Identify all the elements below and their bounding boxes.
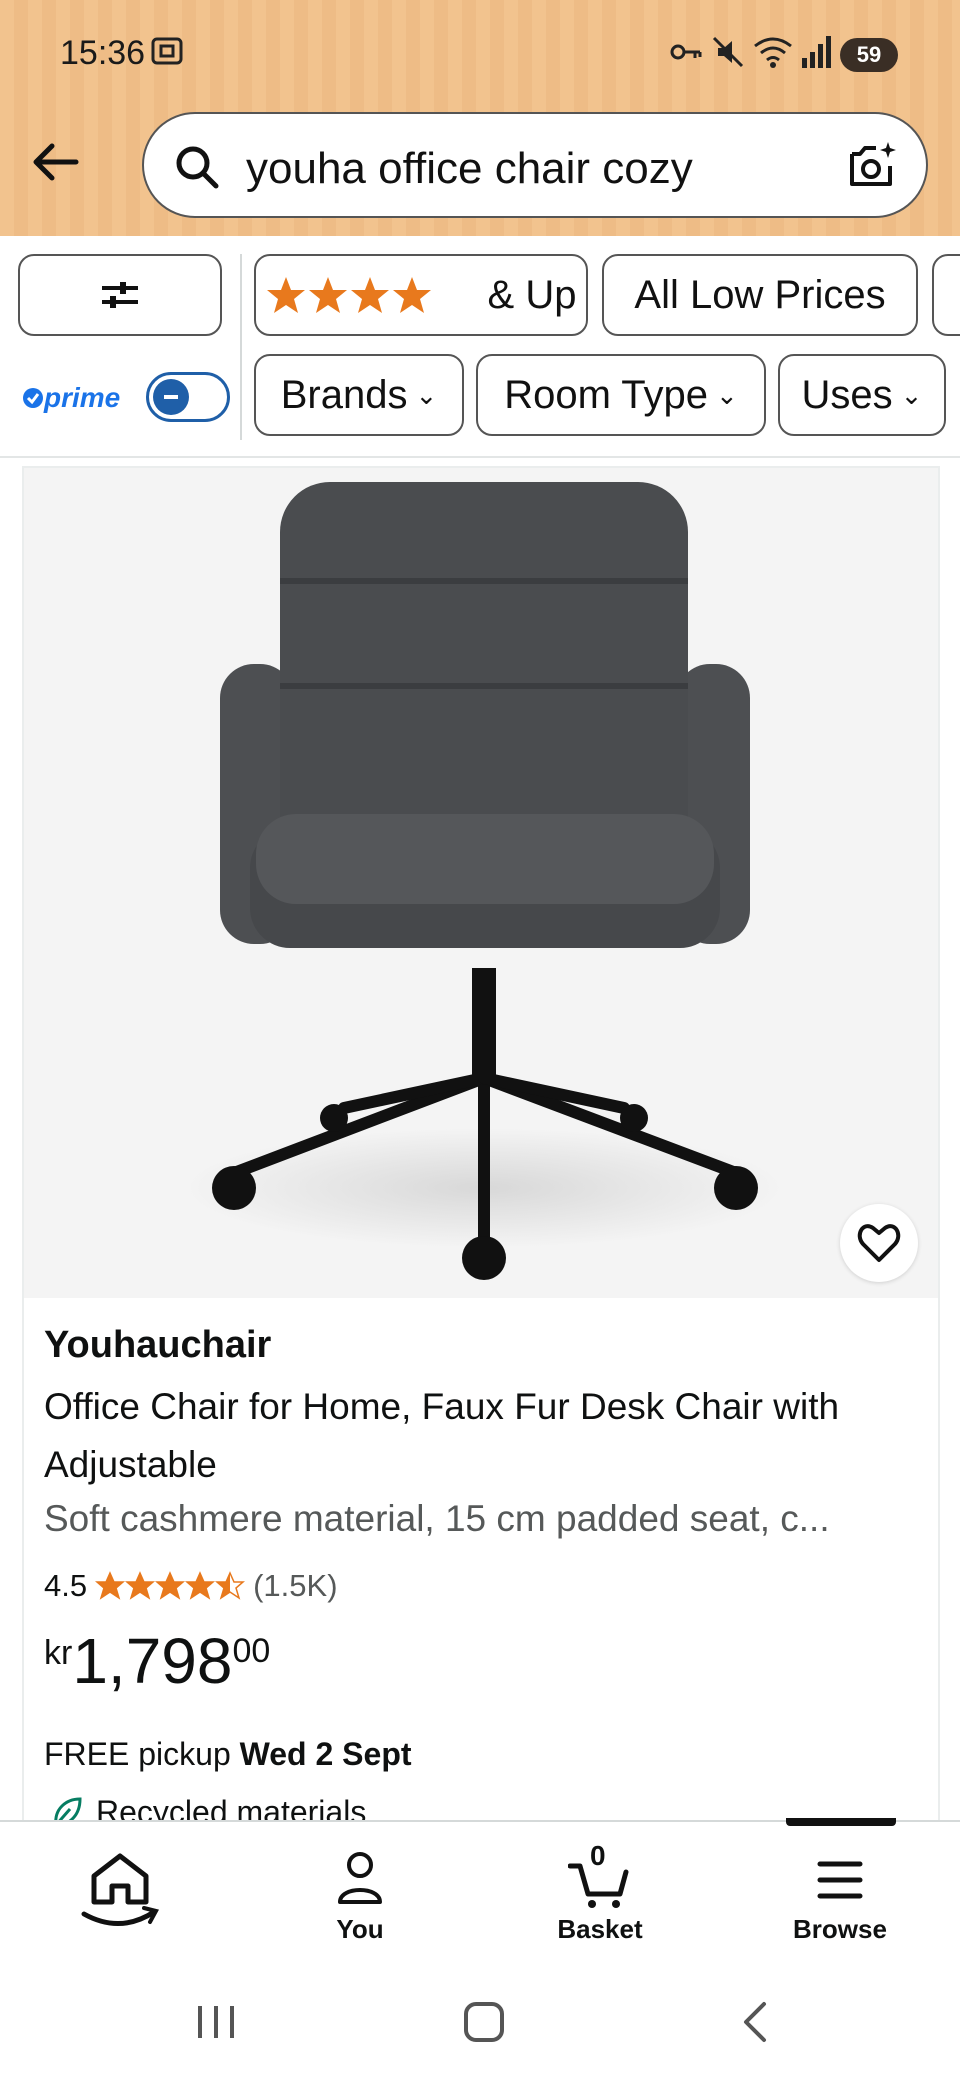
system-nav-bar bbox=[0, 1960, 960, 2080]
price-fraction: 00 bbox=[232, 1632, 271, 1670]
status-bar: 15:36 59 bbox=[0, 0, 960, 110]
home-button-icon[interactable] bbox=[462, 2000, 506, 2044]
product-brand[interactable]: Youhauchair bbox=[44, 1324, 271, 1367]
nav-you[interactable]: You bbox=[240, 1822, 480, 1962]
nav-basket-label: Basket bbox=[557, 1914, 643, 1944]
chevron-down-icon: ⌄ bbox=[716, 379, 738, 410]
price-currency: kr bbox=[44, 1634, 73, 1672]
cart-icon bbox=[568, 1863, 629, 1908]
rating-stars bbox=[95, 1571, 246, 1601]
uses-chip[interactable]: Uses ⌄ bbox=[778, 354, 946, 436]
key-icon bbox=[670, 44, 702, 60]
signal-icon bbox=[802, 36, 831, 68]
nav-you-label: You bbox=[336, 1914, 384, 1944]
low-prices-chip[interactable]: All Low Prices bbox=[602, 254, 918, 336]
app-header: 15:36 59 youha office chair cozy bbox=[0, 0, 960, 236]
room-type-chip[interactable]: Room Type ⌄ bbox=[476, 354, 766, 436]
low-prices-label: All Low Prices bbox=[634, 272, 886, 317]
product-card[interactable]: Youhauchair Office Chair for Home, Faux … bbox=[22, 466, 940, 1830]
prime-logo: prime bbox=[22, 382, 120, 414]
product-image[interactable] bbox=[24, 468, 938, 1298]
camera-search-icon[interactable] bbox=[844, 138, 900, 194]
search-icon bbox=[176, 146, 219, 189]
rating-filter-label: & Up bbox=[487, 272, 577, 317]
more-chip[interactable] bbox=[932, 254, 960, 336]
back-button[interactable] bbox=[24, 130, 88, 194]
prime-toggle-knob bbox=[153, 379, 189, 415]
menu-icon bbox=[817, 1861, 863, 1899]
rating-filter-chip[interactable]: & Up bbox=[254, 254, 588, 336]
prime-check-icon bbox=[23, 388, 43, 408]
star-icons bbox=[266, 277, 431, 313]
chevron-down-icon: ⌄ bbox=[900, 379, 923, 410]
nav-browse-label: Browse bbox=[793, 1914, 887, 1944]
wifi-icon bbox=[754, 37, 792, 68]
nav-basket[interactable]: 0 Basket bbox=[480, 1822, 720, 1962]
product-price: kr1,79800 bbox=[44, 1624, 270, 1698]
office-chair-image bbox=[184, 482, 784, 1280]
status-time: 15:36 bbox=[60, 34, 146, 72]
price-whole: 1,798 bbox=[72, 1625, 233, 1697]
star-rating-icon bbox=[95, 1571, 246, 1600]
product-title[interactable]: Office Chair for Home, Faux Fur Desk Cha… bbox=[44, 1378, 924, 1494]
rating-filter-stars bbox=[266, 275, 476, 315]
filter-divider bbox=[240, 254, 242, 440]
room-type-label: Room Type bbox=[504, 372, 708, 417]
person-icon bbox=[338, 1852, 382, 1904]
screenshot-icon bbox=[151, 37, 183, 65]
rating-value: 4.5 bbox=[44, 1568, 88, 1603]
recent-apps-icon[interactable] bbox=[194, 2000, 238, 2044]
product-subtitle: Soft cashmere material, 15 cm padded sea… bbox=[44, 1498, 830, 1539]
sliders-icon bbox=[102, 282, 138, 308]
delivery-prefix: FREE pickup bbox=[44, 1736, 231, 1772]
battery-indicator: 59 bbox=[840, 38, 898, 72]
nav-browse[interactable]: Browse bbox=[720, 1822, 960, 1962]
search-input[interactable]: youha office chair cozy bbox=[246, 144, 693, 194]
brands-label: Brands bbox=[280, 372, 408, 417]
filters-button[interactable] bbox=[18, 254, 222, 336]
delivery-date: Wed 2 Sept bbox=[239, 1736, 412, 1772]
bottom-nav: You 0 Basket Browse bbox=[0, 1818, 960, 1962]
home-icon bbox=[81, 1853, 159, 1926]
nav-home[interactable] bbox=[0, 1822, 240, 1962]
back-nav-icon[interactable] bbox=[734, 2000, 778, 2044]
heart-icon bbox=[857, 1224, 901, 1262]
filter-bar: & Up All Low Prices prime Brands ⌄ Room … bbox=[0, 236, 960, 458]
brands-chip[interactable]: Brands ⌄ bbox=[254, 354, 464, 436]
chevron-down-icon: ⌄ bbox=[415, 379, 438, 410]
delivery-info: FREE pickup Wed 2 Sept bbox=[44, 1736, 412, 1773]
rating-count: (1.5K) bbox=[253, 1568, 338, 1603]
search-bar[interactable]: youha office chair cozy bbox=[142, 112, 928, 218]
prime-toggle[interactable] bbox=[146, 372, 230, 422]
uses-label: Uses bbox=[801, 372, 893, 417]
rating-row[interactable]: 4.5 (1.5K) bbox=[44, 1564, 338, 1608]
arrow-left-icon bbox=[33, 143, 79, 181]
wishlist-button[interactable] bbox=[840, 1204, 918, 1282]
mute-icon bbox=[712, 36, 744, 68]
